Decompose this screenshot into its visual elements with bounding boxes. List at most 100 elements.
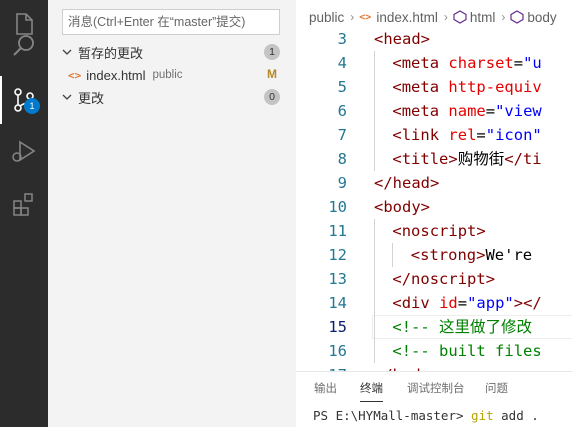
code-line[interactable]: 14 <div id="app"></ <box>296 291 572 315</box>
code-text: </noscript> <box>392 267 495 291</box>
code-line[interactable]: 7 <link rel="icon" <box>296 123 572 147</box>
code-token: id <box>439 294 458 312</box>
line-number: 14 <box>328 294 347 312</box>
code-text: <strong>We're <box>411 243 532 267</box>
indent-guide <box>374 99 375 123</box>
code-text: <body> <box>374 195 430 219</box>
breadcrumb-folder[interactable]: public <box>309 10 344 25</box>
source-control-panel: 暂存的更改 1 <> index.html public M 更改 0 <box>48 0 290 427</box>
line-number: 3 <box>337 30 347 48</box>
staged-changes-header[interactable]: 暂存的更改 1 <box>48 41 290 63</box>
html-file-icon: <> <box>359 11 372 23</box>
code-text: <!-- 这里做了修改 <box>392 315 532 339</box>
code-token: "view <box>495 102 542 120</box>
code-token: <!-- built files <box>392 342 542 360</box>
code-text: <div id="app"></ <box>392 291 541 315</box>
staged-file-item[interactable]: <> index.html public M <box>48 64 290 86</box>
code-token: </noscript> <box>392 270 496 288</box>
code-token: "u <box>523 54 542 72</box>
file-name: index.html <box>86 67 146 83</box>
file-folder: public <box>152 69 183 81</box>
line-number: 13 <box>328 270 347 288</box>
chevron-right-icon: › <box>501 10 506 24</box>
run-debug-icon[interactable] <box>0 127 48 175</box>
code-token: <!-- 这里做了修改 <box>392 318 533 336</box>
line-number: 6 <box>337 102 347 120</box>
source-control-icon[interactable]: 1 <box>0 76 48 124</box>
changes-header[interactable]: 更改 0 <box>48 86 290 108</box>
activity-bar: 1 <box>0 0 48 427</box>
tab-output[interactable]: 输出 <box>314 372 337 406</box>
code-line[interactable]: 9 </head> <box>296 171 572 195</box>
commit-message-input[interactable] <box>62 9 280 35</box>
chevron-down-icon <box>60 45 74 59</box>
terminal-command: git <box>471 408 494 423</box>
changes-label: 更改 <box>78 90 105 106</box>
line-number: 9 <box>337 174 347 192</box>
code-token: </ti <box>504 150 542 168</box>
code-text: </head> <box>374 171 439 195</box>
terminal-args: add . <box>493 408 539 423</box>
code-line[interactable]: 13 </noscript> <box>296 267 572 291</box>
code-token: <link <box>392 126 440 144</box>
breadcrumb-file[interactable]: <> index.html <box>359 10 438 25</box>
breadcrumb-symbol-body[interactable]: body <box>510 9 557 25</box>
code-text: <title>购物街</ti <box>392 147 541 171</box>
code-token: <meta <box>392 102 440 120</box>
tab-problems[interactable]: 问题 <box>485 372 508 406</box>
terminal-line[interactable]: PS E:\HYMall-master> git add . <box>313 408 539 423</box>
code-line[interactable]: 8 <title>购物街</ti <box>296 147 572 171</box>
code-text: <link rel="icon" <box>392 123 541 147</box>
code-text: <noscript> <box>392 219 485 243</box>
indent-guide <box>374 123 375 147</box>
code-line[interactable]: 12 <strong>We're <box>296 243 572 267</box>
breadcrumb-symbol-html[interactable]: html <box>453 10 495 25</box>
source-control-badge: 1 <box>24 98 40 114</box>
code-line[interactable]: 11 <noscript> <box>296 219 572 243</box>
breadcrumb-symbol-body-label: body <box>527 9 557 25</box>
search-icon[interactable] <box>0 22 48 70</box>
indent-guide <box>374 243 375 267</box>
line-number: 11 <box>328 222 347 240</box>
code-line[interactable]: 4 <meta charset="u <box>296 51 572 75</box>
code-token: <strong> <box>410 246 486 264</box>
breadcrumb-file-label: index.html <box>376 9 438 25</box>
code-token: <meta <box>392 78 440 96</box>
line-number: 5 <box>337 78 347 96</box>
code-text: <meta charset="u <box>392 51 541 75</box>
extensions-icon[interactable] <box>0 180 48 228</box>
indent-guide <box>374 219 375 243</box>
code-token: ></ <box>513 294 542 312</box>
tab-debug-console[interactable]: 调试控制台 <box>407 372 465 406</box>
terminal-prompt: PS E:\HYMall-master> <box>313 408 472 423</box>
code-token: <body> <box>374 198 430 216</box>
changes-count-badge: 0 <box>264 89 280 105</box>
indent-guide <box>374 315 375 339</box>
code-text: <!-- built files <box>392 339 541 363</box>
symbol-element-icon <box>510 10 524 24</box>
code-token: <head> <box>374 30 430 48</box>
tab-terminal[interactable]: 终端 <box>360 372 383 406</box>
indent-guide <box>374 147 375 171</box>
line-number: 7 <box>337 126 347 144</box>
line-number: 4 <box>337 54 347 72</box>
code-token: = <box>485 102 496 120</box>
code-token: charset <box>448 54 514 72</box>
code-line[interactable]: 6 <meta name="view <box>296 99 572 123</box>
code-line[interactable]: 10 <body> <box>296 195 572 219</box>
line-number: 8 <box>337 150 347 168</box>
code-token: rel <box>448 126 477 144</box>
code-line[interactable]: 3 <head> <box>296 27 572 51</box>
code-line[interactable]: 5 <meta http-equiv <box>296 75 572 99</box>
code-line[interactable]: 16 <!-- built files <box>296 339 572 363</box>
indent-guide <box>374 339 375 363</box>
indent-guide <box>374 51 375 75</box>
indent-guide <box>374 291 375 315</box>
chevron-right-icon: › <box>350 10 355 24</box>
code-token: <meta <box>392 54 440 72</box>
code-line[interactable]: 15 <!-- 这里做了修改 <box>296 315 572 339</box>
